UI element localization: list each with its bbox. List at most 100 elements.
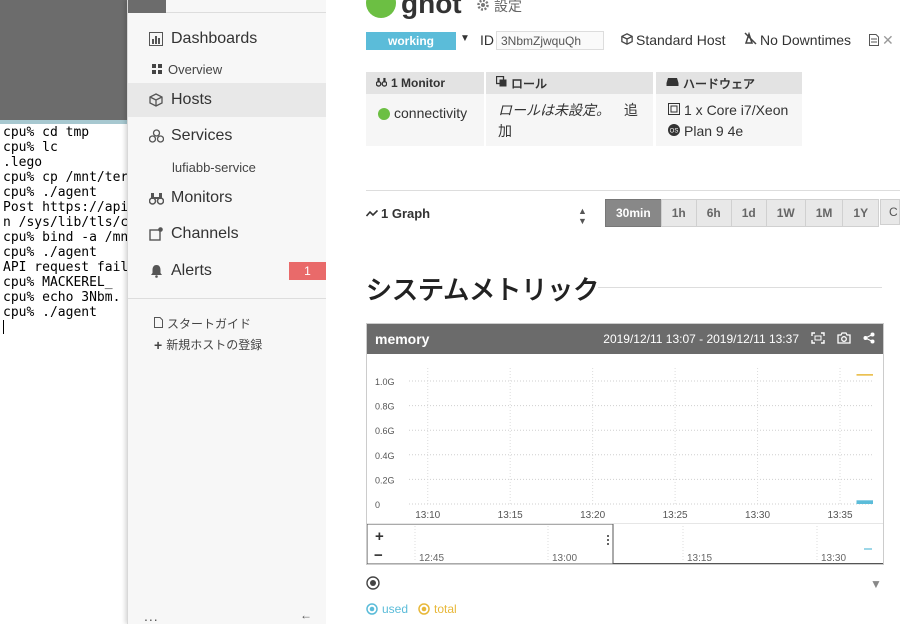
sidebar-item-label: Alerts xyxy=(171,262,212,279)
chart-icon xyxy=(148,31,164,47)
line-chart-icon xyxy=(365,206,379,221)
legend-total[interactable]: total xyxy=(418,602,457,616)
y-tick-label: 0.4G xyxy=(375,451,395,461)
sidebar-logo-block xyxy=(128,0,166,13)
range-button-1h[interactable]: 1h xyxy=(660,199,697,227)
grid-icon xyxy=(152,62,162,77)
graph-legend: used total xyxy=(366,602,457,616)
graph-zoom-navigator[interactable]: + − 12:45 13:00 13:15 13:30 xyxy=(367,524,883,564)
monitor-header: 1 Monitor xyxy=(366,72,484,94)
time-range-group: 30min 1h 6h 1d 1W 1M 1Y xyxy=(605,199,880,227)
host-id-field[interactable]: 3NbmZjwquQh xyxy=(496,31,604,50)
sidebar-item-channels[interactable]: Channels xyxy=(128,217,326,251)
document-icon xyxy=(154,316,163,331)
x-tick-label: 13:35 xyxy=(828,510,853,521)
hardware-column: ハードウェア 1 x Core i7/Xeon OS Plan 9 4e xyxy=(656,72,802,146)
channel-icon xyxy=(148,226,164,242)
monitor-item[interactable]: connectivity xyxy=(366,94,484,130)
sidebar-item-monitors[interactable]: Monitors xyxy=(128,181,326,215)
sidebar-item-service[interactable]: lufiabb-service xyxy=(172,160,256,175)
host-status-dot xyxy=(366,0,396,18)
alerts-count-badge: 1 xyxy=(289,262,326,280)
start-guide-link[interactable]: スタートガイド xyxy=(154,315,251,332)
monitor-header-label: 1 Monitor xyxy=(391,76,445,90)
section-title: システムメトリック xyxy=(366,275,600,305)
x-tick-label: 13:10 xyxy=(415,510,440,521)
caret-down-icon[interactable]: ▼ xyxy=(460,33,470,44)
sidebar-item-services[interactable]: Services xyxy=(128,119,326,153)
legend-used[interactable]: used xyxy=(366,602,408,616)
settings-link[interactable]: 設定 xyxy=(476,0,522,16)
share-icon[interactable] xyxy=(863,332,875,347)
range-button-6h[interactable]: 6h xyxy=(695,199,732,227)
hardware-header: ハードウェア xyxy=(656,72,802,94)
memo-link[interactable]: ✕ xyxy=(869,32,894,49)
zoom-out-button[interactable]: − xyxy=(374,547,383,564)
zoom-in-button[interactable]: + xyxy=(375,528,384,545)
range-button-1y[interactable]: 1Y xyxy=(842,199,880,227)
graph-count-select[interactable]: 1 Graph xyxy=(365,206,430,221)
expand-icon[interactable] xyxy=(811,331,825,347)
graph-header-icons xyxy=(811,331,875,347)
zoom-tick-label: 13:30 xyxy=(821,553,846,564)
sidebar-item-overview[interactable]: Overview xyxy=(152,62,222,77)
sidebar-item-hosts[interactable]: Hosts xyxy=(128,83,326,117)
y-tick-label: 0.2G xyxy=(375,475,395,485)
select-caret-icon[interactable]: ▲ ▼ xyxy=(578,206,587,226)
sidebar-sub-label: Overview xyxy=(168,62,223,77)
id-label: ID xyxy=(480,32,494,48)
plus-icon: + xyxy=(154,336,163,353)
document-icon xyxy=(869,33,879,49)
legend-expand-caret[interactable]: ▼ xyxy=(870,577,882,591)
settings-label: 設定 xyxy=(494,0,522,14)
legend-toggle-radio[interactable] xyxy=(366,576,380,595)
range-button-1w[interactable]: 1W xyxy=(765,199,806,227)
sidebar-item-label: Dashboards xyxy=(171,30,258,47)
role-icon xyxy=(495,75,507,90)
legend-used-label: used xyxy=(382,602,409,616)
y-tick-label: 0.8G xyxy=(375,402,395,412)
range-button-1d[interactable]: 1d xyxy=(730,199,767,227)
role-header: ロール xyxy=(486,72,653,94)
series-used-area xyxy=(856,500,873,504)
status-dropdown[interactable]: working xyxy=(366,32,456,50)
x-tick-label: 13:30 xyxy=(745,510,770,521)
hard-drive-icon xyxy=(666,76,679,90)
terminal-window[interactable]: cpu% cd tmp cpu% lc .lego cpu% cp /mnt/ter c… xyxy=(0,0,152,624)
graph-divider xyxy=(366,190,900,191)
host-type: Standard Host xyxy=(621,32,726,48)
downtime-icon xyxy=(744,31,757,48)
section-divider xyxy=(598,287,882,288)
graph-title[interactable]: memory xyxy=(375,331,429,347)
range-button-1m[interactable]: 1M xyxy=(804,199,844,227)
zoom-tick-label: 13:00 xyxy=(552,553,577,564)
memory-graph-panel: memory 2019/12/11 13:07 - 2019/12/11 13:… xyxy=(366,323,884,565)
zoom-handle-dot[interactable] xyxy=(607,543,609,545)
memory-chart-plot[interactable]: 0 0.2G 0.4G 0.6G 0.8G 1.0G 13:10 13:15 13:20 13:2… xyxy=(367,354,883,524)
register-host-link[interactable]: + 新規ホストの登録 xyxy=(154,336,262,353)
sidebar-divider-top xyxy=(166,12,326,13)
cpu-icon xyxy=(668,100,680,121)
collapse-sidebar-button[interactable]: ← xyxy=(300,608,312,622)
range-button-30min[interactable]: 30min xyxy=(605,199,662,227)
zoom-tick-label: 12:45 xyxy=(419,553,444,564)
zoom-handle-dot[interactable] xyxy=(607,539,609,541)
role-body: ロールは未設定。 追加 xyxy=(486,94,653,148)
refresh-button[interactable]: C xyxy=(880,199,900,225)
y-tick-label: 0.6G xyxy=(375,426,395,436)
zoom-tick-label: 13:15 xyxy=(687,553,712,564)
role-column: ロール ロールは未設定。 追加 xyxy=(486,72,653,146)
cpu-info: 1 x Core i7/Xeon xyxy=(684,102,789,118)
camera-icon[interactable] xyxy=(837,331,851,347)
sidebar-item-dashboards[interactable]: Dashboards xyxy=(128,22,326,56)
more-menu-button[interactable]: ... xyxy=(144,608,159,624)
gear-icon xyxy=(476,0,490,15)
terminal-titlebar xyxy=(0,0,127,120)
downtimes-label: No Downtimes xyxy=(760,32,852,48)
cube-icon xyxy=(621,32,633,48)
zoom-handle-dot[interactable] xyxy=(607,535,609,537)
sidebar-item-label: Hosts xyxy=(171,91,212,108)
sidebar: Dashboards Overview Hosts Services lufia… xyxy=(127,0,326,624)
host-type-label: Standard Host xyxy=(636,32,726,48)
downtimes-link[interactable]: No Downtimes xyxy=(744,31,852,48)
